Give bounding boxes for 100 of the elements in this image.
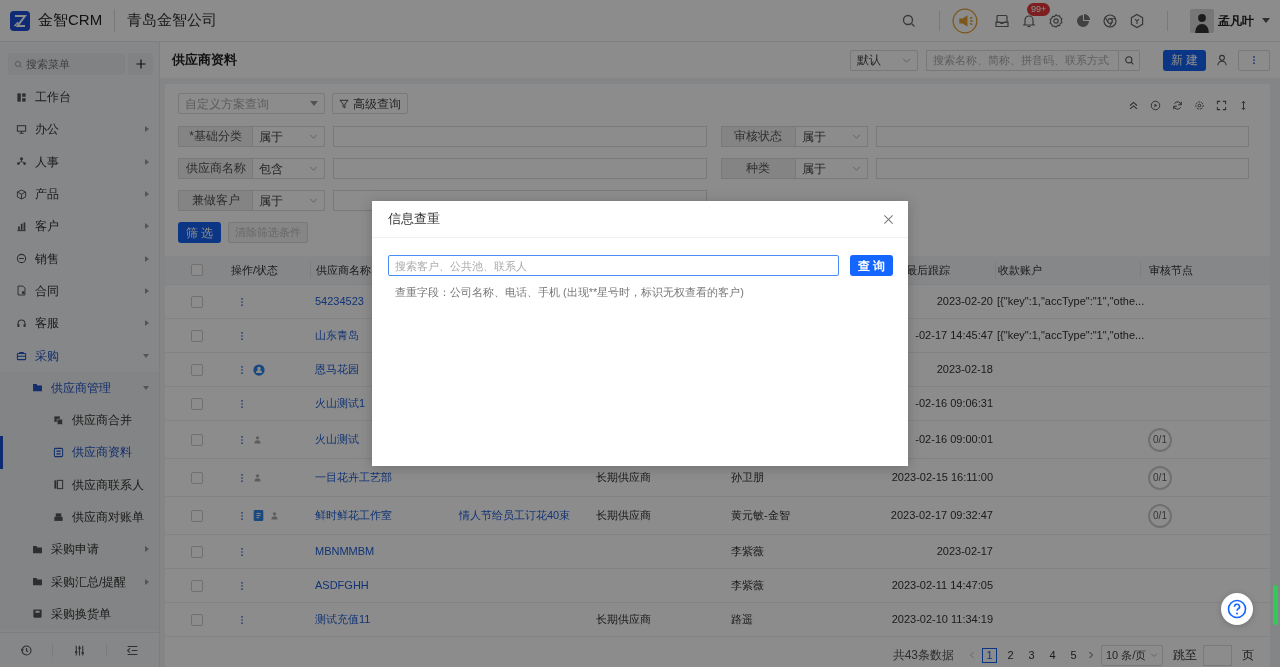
total-count: 共43条数据 bbox=[892, 647, 954, 664]
page-number[interactable]: 3 bbox=[1024, 647, 1039, 663]
monitor-icon bbox=[16, 123, 27, 135]
table-cell: 2023-02-11 14:47:05 bbox=[891, 579, 993, 592]
menu-item[interactable]: 工作台 bbox=[0, 81, 159, 114]
apply-filter-button[interactable]: 筛 选 bbox=[178, 222, 221, 243]
supplier-link[interactable]: 火山测试 bbox=[315, 433, 359, 446]
collapse-up-icon[interactable] bbox=[1128, 100, 1139, 111]
folder-icon bbox=[32, 543, 43, 555]
row-checkbox[interactable] bbox=[191, 329, 203, 342]
chevron-down-icon bbox=[309, 164, 318, 173]
supplier-link[interactable]: 火山测试1 bbox=[315, 397, 366, 410]
row-checkbox[interactable] bbox=[191, 295, 203, 308]
bell-icon[interactable] bbox=[1021, 13, 1037, 30]
table-cell: 长期供应商 bbox=[596, 509, 651, 522]
folder-icon bbox=[32, 382, 43, 394]
operator-select[interactable]: 属于 bbox=[795, 126, 868, 147]
row-checkbox[interactable] bbox=[191, 579, 203, 592]
supplier-link[interactable]: 一目花卉工艺部 bbox=[315, 471, 392, 484]
row-checkbox[interactable] bbox=[191, 397, 203, 410]
page-number[interactable]: 4 bbox=[1045, 647, 1060, 663]
more-button[interactable] bbox=[1238, 49, 1270, 71]
history-icon[interactable] bbox=[19, 643, 33, 657]
select-all-checkbox[interactable] bbox=[191, 264, 203, 276]
row-checkbox[interactable] bbox=[191, 509, 203, 522]
vertical-arrows-icon[interactable] bbox=[1238, 100, 1249, 111]
table-cell: 2023-02-17 09:32:47 bbox=[890, 509, 993, 522]
supplier-link[interactable]: 山东青岛 bbox=[315, 329, 359, 342]
supplier-link[interactable]: 测试充值11 bbox=[315, 613, 371, 626]
scrollbar-thumb[interactable] bbox=[1273, 585, 1278, 625]
page-number[interactable]: 5 bbox=[1066, 647, 1081, 663]
advanced-search-button[interactable]: 高级查询 bbox=[332, 93, 408, 114]
menu-item[interactable]: 采购 bbox=[0, 339, 159, 372]
operator-select[interactable]: 属于 bbox=[253, 190, 325, 211]
refresh-icon[interactable] bbox=[1172, 100, 1183, 111]
page-size-select[interactable]: 10 条/页 bbox=[1101, 644, 1163, 666]
operator-select[interactable]: 包含 bbox=[253, 158, 325, 179]
user-icon[interactable] bbox=[1216, 54, 1228, 66]
logo-icon bbox=[10, 10, 30, 31]
help-icon bbox=[1227, 599, 1247, 619]
row-checkbox[interactable] bbox=[191, 545, 203, 558]
table-cell: -02-17 14:45:47 bbox=[915, 329, 993, 342]
page-number[interactable]: 1 bbox=[982, 647, 997, 663]
supplier-link[interactable]: ASDFGHH bbox=[315, 579, 369, 592]
avatar-icon[interactable] bbox=[1190, 8, 1214, 33]
user-name[interactable]: 孟凡叶 bbox=[1218, 11, 1254, 30]
settings-icon[interactable] bbox=[1194, 100, 1205, 111]
row-checkbox[interactable] bbox=[191, 363, 203, 376]
hexagon-icon[interactable] bbox=[1129, 12, 1145, 29]
chevron-down-icon bbox=[309, 196, 318, 205]
next-page-icon[interactable] bbox=[1087, 651, 1095, 659]
row-checkbox[interactable] bbox=[191, 471, 203, 484]
collapse-menu-icon[interactable] bbox=[126, 643, 140, 657]
menu-item[interactable]: 客服 bbox=[0, 307, 159, 340]
operator-select[interactable]: 属于 bbox=[795, 158, 868, 179]
menu-item[interactable]: 客户 bbox=[0, 210, 159, 243]
page-number[interactable]: 2 bbox=[1003, 647, 1018, 663]
close-icon[interactable] bbox=[883, 213, 894, 225]
supplier-link[interactable]: 恩马花园 bbox=[315, 363, 359, 376]
printer-icon bbox=[53, 511, 64, 523]
dialog-search-field[interactable]: 搜索客户、公共池、联系人 bbox=[388, 255, 839, 276]
grid-icon bbox=[16, 91, 27, 103]
operator-select[interactable]: 属于 bbox=[253, 126, 325, 147]
column-header: 操作/状态 bbox=[230, 262, 280, 278]
person-icon bbox=[253, 435, 262, 444]
inbox-icon[interactable] bbox=[994, 12, 1010, 29]
circle-icon bbox=[16, 253, 27, 265]
supplier-link[interactable]: 鲜时鲜花工作室 bbox=[315, 509, 392, 522]
menu-item[interactable]: 人事 bbox=[0, 145, 159, 178]
menu-item[interactable]: 产品 bbox=[0, 177, 159, 211]
table-cell: 2023-02-15 16:11:00 bbox=[891, 471, 993, 484]
search-button[interactable] bbox=[1119, 49, 1140, 71]
row-checkbox[interactable] bbox=[191, 433, 203, 446]
card-icon bbox=[53, 446, 64, 458]
add-button[interactable] bbox=[128, 53, 153, 75]
page-title: 供应商资料 bbox=[172, 51, 237, 70]
fullscreen-icon[interactable] bbox=[1216, 100, 1227, 111]
headset-icon bbox=[16, 317, 27, 329]
new-button[interactable]: 新 建 bbox=[1163, 49, 1206, 71]
browser-icon[interactable] bbox=[1102, 12, 1118, 29]
settings-icon[interactable] bbox=[1048, 12, 1064, 29]
filter-label: 供应商名称 bbox=[178, 158, 253, 179]
menu-item[interactable]: 销售 bbox=[0, 242, 159, 275]
query-button[interactable]: 查 询 bbox=[850, 255, 893, 276]
menu-item[interactable]: 办公 bbox=[0, 113, 159, 146]
view-select[interactable]: 默认 bbox=[850, 49, 918, 71]
chevron-down-icon bbox=[851, 164, 861, 173]
column-header: 收款账户 bbox=[995, 261, 1140, 279]
search-icon[interactable] bbox=[901, 12, 917, 29]
pie-chart-icon[interactable] bbox=[1075, 12, 1091, 29]
caret-icon[interactable] bbox=[1262, 18, 1270, 23]
menu-item[interactable]: 合同 bbox=[0, 274, 159, 308]
supplier-link[interactable]: 54234523 bbox=[315, 295, 364, 308]
sliders-icon[interactable] bbox=[73, 643, 86, 657]
menu-search-field[interactable]: 搜索菜单 bbox=[8, 53, 125, 75]
row-checkbox[interactable] bbox=[191, 613, 203, 626]
subject-link[interactable]: 情人节给员工订花40束 bbox=[459, 509, 571, 522]
megaphone-icon[interactable] bbox=[952, 7, 978, 34]
play-icon[interactable] bbox=[1150, 100, 1161, 111]
supplier-link[interactable]: MBNMMBM bbox=[315, 545, 375, 558]
